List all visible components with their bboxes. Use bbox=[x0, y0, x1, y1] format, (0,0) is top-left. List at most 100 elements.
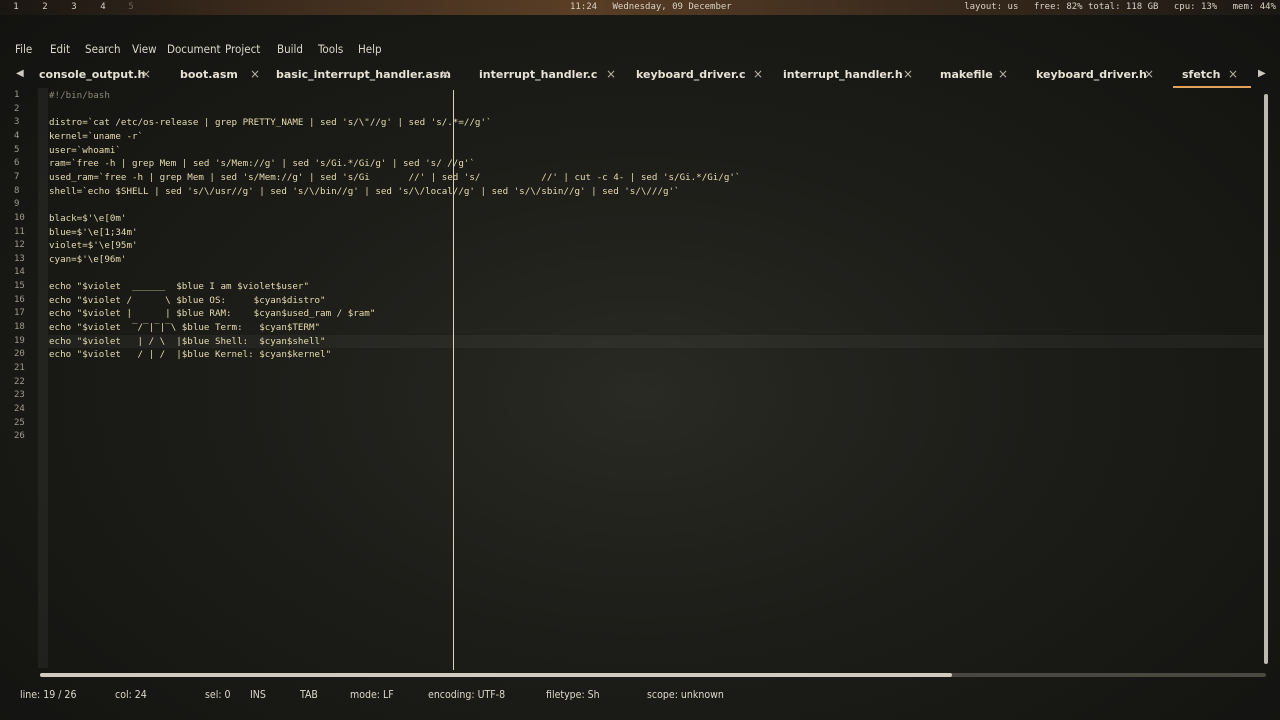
long-line-marker bbox=[453, 90, 454, 670]
line-number: 15 bbox=[14, 281, 25, 292]
code-editor[interactable]: 1 #!/bin/bash 2 3 distro=`cat /etc/os-releas… bbox=[0, 88, 1270, 677]
line-number: 26 bbox=[14, 431, 25, 442]
code-line[interactable]: #!/bin/bash bbox=[49, 90, 110, 101]
close-tab-icon[interactable]: × bbox=[250, 67, 260, 81]
status-eol-mode: mode: LF bbox=[350, 689, 394, 701]
tab-console-output-h[interactable]: console_output.h × bbox=[39, 64, 154, 88]
tab-interrupt-handler-h[interactable]: interrupt_handler.h × bbox=[783, 64, 918, 88]
code-line[interactable]: kernel=`uname -r` bbox=[49, 131, 143, 142]
code-line[interactable]: echo "$violet ‾/‾|‾|‾\ $blue Term: $cyan… bbox=[49, 322, 320, 333]
line-number: 13 bbox=[14, 253, 25, 264]
code-line[interactable]: user=`whoami` bbox=[49, 145, 121, 156]
workspace-3[interactable]: 3 bbox=[69, 0, 79, 15]
status-col: col: 24 bbox=[115, 689, 147, 701]
top-panel: 1 2 3 4 5 11:24 Wednesday, 09 December l… bbox=[0, 0, 1280, 15]
close-tab-icon[interactable]: × bbox=[141, 67, 151, 81]
code-line[interactable]: distro=`cat /etc/os-release | grep PRETT… bbox=[49, 117, 492, 128]
code-line[interactable]: black=$'\e[0m' bbox=[49, 213, 126, 224]
workspace-2[interactable]: 2 bbox=[40, 0, 50, 15]
tab-label: interrupt_handler.c bbox=[479, 68, 598, 81]
scroll-tabs-right-icon[interactable]: ▶ bbox=[1258, 68, 1266, 79]
tab-label: keyboard_driver.c bbox=[636, 68, 746, 81]
line-number: 23 bbox=[14, 390, 25, 401]
line-number: 9 bbox=[14, 199, 20, 210]
tab-label: sfetch bbox=[1182, 68, 1221, 81]
workspace-1[interactable]: 1 bbox=[11, 0, 21, 15]
line-number: 6 bbox=[14, 158, 20, 169]
fold-margin bbox=[38, 88, 48, 668]
status-selection: sel: 0 bbox=[205, 689, 231, 701]
line-number: 25 bbox=[14, 417, 25, 428]
code-line[interactable]: echo "$violet ______ $blue I am $violet$… bbox=[49, 281, 309, 292]
tab-basic-interrupt-handler-asm[interactable]: basic_interrupt_handler.asm × bbox=[276, 64, 456, 88]
line-number: 2 bbox=[14, 103, 20, 114]
line-number: 4 bbox=[14, 130, 20, 141]
line-number: 17 bbox=[14, 308, 25, 319]
tab-makefile[interactable]: makefile × bbox=[940, 64, 1015, 88]
close-tab-icon[interactable]: × bbox=[753, 67, 763, 81]
tab-keyboard-driver-c[interactable]: keyboard_driver.c × bbox=[636, 64, 766, 88]
line-number: 12 bbox=[14, 240, 25, 251]
menu-help[interactable]: Help bbox=[358, 42, 382, 56]
code-line[interactable]: blue=$'\e[1;34m' bbox=[49, 227, 138, 238]
tab-sfetch[interactable]: sfetch × bbox=[1182, 64, 1247, 88]
line-number: 24 bbox=[14, 403, 25, 414]
system-stats: layout: us free: 82% total: 118 GB cpu: … bbox=[954, 0, 1276, 15]
line-number: 19 bbox=[14, 335, 25, 346]
code-line[interactable]: ram=`free -h | grep Mem | sed 's/Mem://g… bbox=[49, 158, 475, 169]
scroll-tabs-left-icon[interactable]: ◀ bbox=[16, 68, 24, 79]
menu-bar: File Edit Search View Document Project B… bbox=[0, 38, 1280, 58]
line-number: 5 bbox=[14, 144, 20, 155]
tab-boot-asm[interactable]: boot.asm × bbox=[180, 64, 270, 88]
clock-time: 11:24 bbox=[570, 2, 598, 12]
close-tab-icon[interactable]: × bbox=[606, 67, 616, 81]
code-line[interactable]: echo "$violet | / \ |$blue Shell: $cyan$… bbox=[49, 336, 326, 347]
status-scope: scope: unknown bbox=[647, 689, 724, 701]
close-tab-icon[interactable]: × bbox=[1228, 67, 1238, 81]
vertical-scrollbar[interactable] bbox=[1264, 94, 1268, 664]
status-filetype: filetype: Sh bbox=[546, 689, 600, 701]
code-line[interactable]: echo "$violet / | / |$blue Kernel: $cyan… bbox=[49, 349, 331, 360]
menu-search[interactable]: Search bbox=[85, 42, 121, 56]
tab-label: interrupt_handler.h bbox=[783, 68, 903, 81]
tab-keyboard-driver-h[interactable]: keyboard_driver.h × bbox=[1036, 64, 1161, 88]
line-number: 8 bbox=[14, 185, 20, 196]
tab-interrupt-handler-c[interactable]: interrupt_handler.c × bbox=[479, 64, 619, 88]
code-line[interactable]: shell=`echo $SHELL | sed 's/\/usr//g' | … bbox=[49, 186, 680, 197]
line-number: 1 bbox=[14, 90, 20, 100]
code-line[interactable]: cyan=$'\e[96m' bbox=[49, 254, 126, 265]
code-line[interactable]: echo "$violet | | $blue RAM: $cyan$used_… bbox=[49, 308, 375, 319]
line-number: 7 bbox=[14, 171, 20, 182]
close-tab-icon[interactable]: × bbox=[1144, 67, 1154, 81]
status-bar: line: 19 / 26 col: 24 sel: 0 INS TAB mod… bbox=[0, 686, 1280, 706]
menu-document[interactable]: Document bbox=[167, 42, 221, 56]
menu-build[interactable]: Build bbox=[277, 42, 303, 56]
horizontal-scrollbar[interactable] bbox=[40, 673, 952, 677]
code-line[interactable]: used_ram=`free -h | grep Mem | sed 's/Me… bbox=[49, 172, 740, 183]
menu-file[interactable]: File bbox=[15, 42, 32, 56]
tab-label: basic_interrupt_handler.asm bbox=[276, 68, 451, 81]
close-tab-icon[interactable]: × bbox=[903, 67, 913, 81]
line-number: 20 bbox=[14, 349, 25, 360]
status-insert-mode: INS bbox=[250, 689, 266, 701]
workspace-4[interactable]: 4 bbox=[98, 0, 108, 15]
code-line[interactable]: echo "$violet / \ $blue OS: $cyan$distro… bbox=[49, 295, 326, 306]
line-number: 11 bbox=[14, 226, 25, 237]
tab-label: keyboard_driver.h bbox=[1036, 68, 1147, 81]
menu-tools[interactable]: Tools bbox=[318, 42, 343, 56]
menu-view[interactable]: View bbox=[132, 42, 157, 56]
tab-label: boot.asm bbox=[180, 68, 238, 81]
close-tab-icon[interactable]: × bbox=[440, 67, 450, 81]
menu-edit[interactable]: Edit bbox=[50, 42, 70, 56]
close-tab-icon[interactable]: × bbox=[998, 67, 1008, 81]
line-number: 18 bbox=[14, 322, 25, 333]
workspace-5[interactable]: 5 bbox=[126, 0, 136, 15]
line-number: 16 bbox=[14, 294, 25, 305]
code-line[interactable]: violet=$'\e[95m' bbox=[49, 240, 138, 251]
menu-project[interactable]: Project bbox=[225, 42, 260, 56]
line-number: 14 bbox=[14, 267, 25, 278]
disk-usage: free: 82% total: 118 GB bbox=[1033, 2, 1159, 12]
clock-date: Wednesday, 09 December bbox=[612, 2, 732, 12]
keyboard-layout: layout: us bbox=[964, 2, 1019, 12]
line-number: 3 bbox=[14, 117, 20, 128]
